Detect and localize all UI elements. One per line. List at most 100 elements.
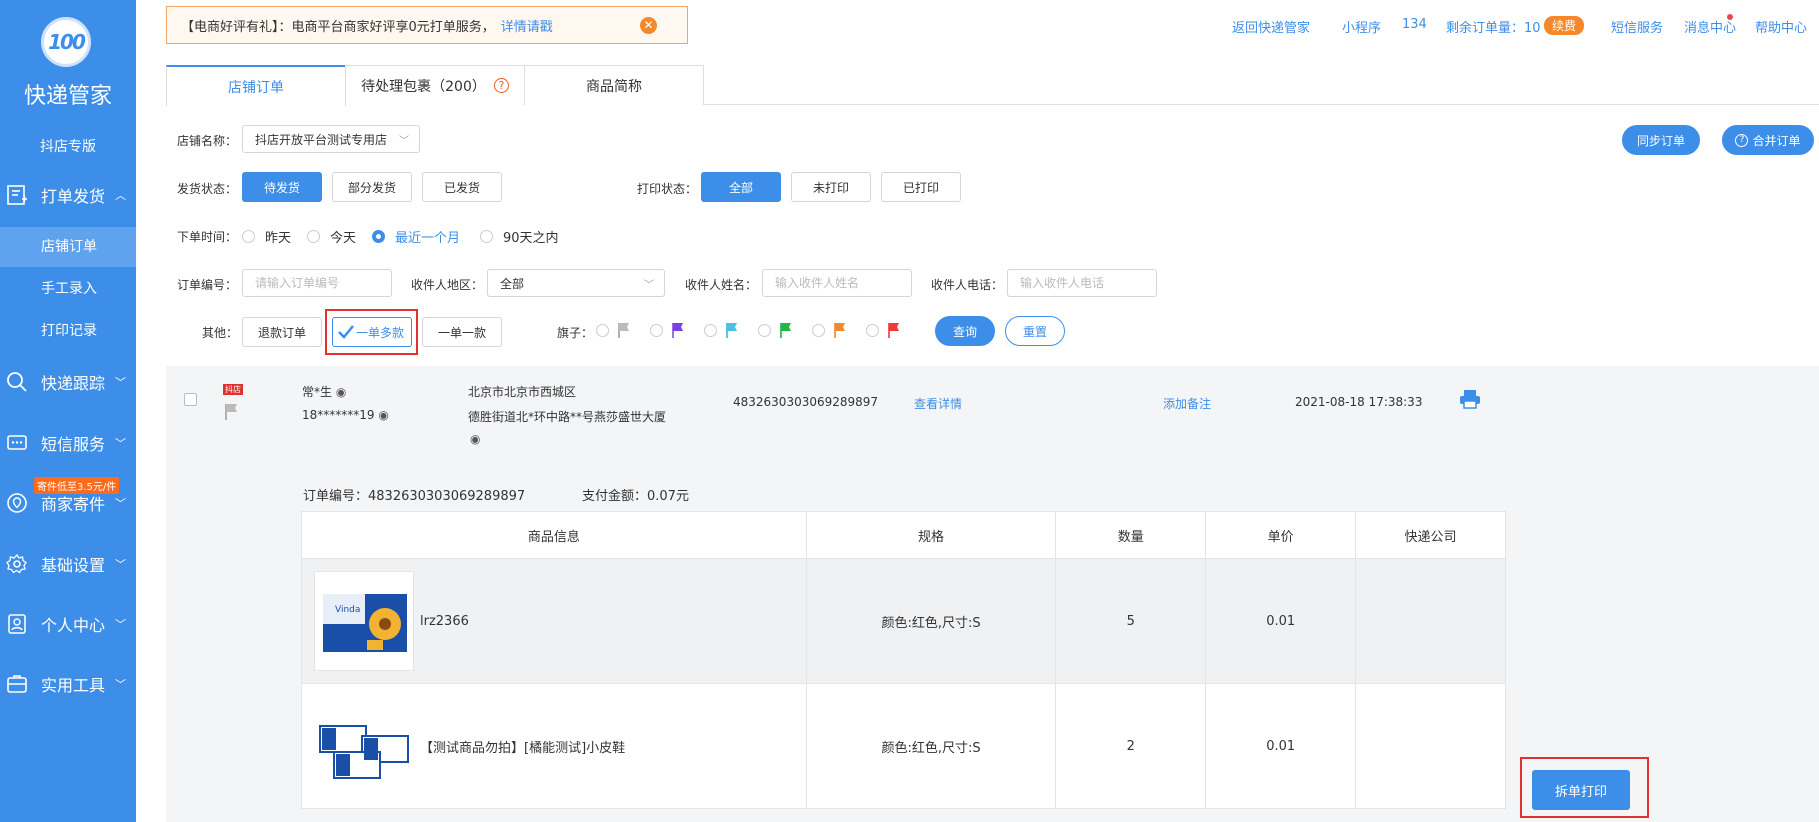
sidebar-group-basic-settings[interactable]: 基础设置 ﹀ — [0, 544, 136, 584]
region-select[interactable]: 全部 ﹀ — [487, 269, 665, 297]
flag-cyan-option[interactable] — [704, 322, 739, 338]
tab-label: 待处理包裹（200） — [361, 78, 486, 95]
sidebar-item-print-log[interactable]: 打印记录 — [0, 311, 136, 351]
highlight-box — [1520, 757, 1649, 818]
shop-select[interactable]: 抖店开放平台测试专用店 ﹀ — [242, 125, 420, 153]
column-header: 商品信息 — [301, 511, 807, 559]
receiver-name-text: 常*生 — [302, 385, 333, 399]
quantity-cell: 5 — [1055, 558, 1207, 684]
table-row: Vinda lrz2366 颜色:红色,尺寸:S 5 0.01 — [301, 558, 1506, 684]
sidebar-item-manual-entry[interactable]: 手工录入 — [0, 269, 136, 309]
flag-gray-icon[interactable] — [224, 403, 240, 421]
receiver-phone-input[interactable] — [1007, 269, 1157, 297]
receiver-name-input[interactable] — [762, 269, 912, 297]
print-printed-button[interactable]: 已打印 — [881, 172, 961, 202]
address-line-2: 德胜街道北*环中路**号燕莎盛世大厦 — [468, 410, 667, 424]
order-no-input[interactable] — [242, 269, 392, 297]
product-info-cell: Vinda lrz2366 — [301, 558, 807, 684]
sidebar-group-sms[interactable]: 短信服务 ﹀ — [0, 423, 136, 463]
quantity-cell: 2 — [1055, 683, 1207, 809]
sidebar-group-label: 短信服务 — [41, 435, 106, 454]
flag-purple-icon — [672, 323, 683, 338]
print-status-label: 打印状态： — [637, 182, 698, 196]
flag-gray-option[interactable] — [596, 322, 631, 338]
eye-icon[interactable]: ◉ — [336, 385, 346, 399]
receiver-name: 常*生 ◉ — [302, 383, 346, 400]
chevron-down-icon: ﹀ — [644, 280, 654, 291]
question-icon[interactable]: ? — [493, 78, 509, 93]
query-button[interactable]: 查询 — [935, 316, 995, 346]
douyin-edition-label: 抖店专版 — [40, 139, 96, 155]
close-icon[interactable]: ✕ — [640, 17, 657, 34]
order-time: 2021-08-18 17:38:33 — [1295, 395, 1423, 409]
flag-red-icon — [888, 323, 899, 338]
spec-cell: 颜色:红色,尺寸:S — [805, 683, 1057, 809]
order-number: 4832630303069289897 — [733, 395, 879, 409]
time-yesterday-radio[interactable]: 昨天 — [242, 227, 291, 246]
flag-purple-option[interactable] — [650, 322, 685, 338]
add-note-link[interactable]: 添加备注 — [1163, 395, 1211, 412]
notice-details-link[interactable]: 详情请戳 — [501, 16, 553, 35]
sidebar-group-send[interactable]: 商家寄件 ﹀ — [0, 483, 136, 523]
refund-orders-button[interactable]: 退款订单 — [242, 317, 322, 347]
chevron-down-icon: ﹀ — [115, 497, 126, 510]
printer-icon[interactable] — [1459, 389, 1481, 409]
tab-shop-orders[interactable]: 店铺订单 — [166, 65, 346, 106]
flag-cyan-icon — [726, 323, 737, 338]
tab-pending-packages[interactable]: 待处理包裹（200）? — [345, 65, 525, 105]
order-checkbox[interactable] — [184, 393, 197, 406]
receiver-phone-label: 收件人电话： — [931, 278, 1004, 292]
print-unprinted-button[interactable]: 未打印 — [791, 172, 871, 202]
unread-dot — [1727, 14, 1733, 20]
flag-red-option[interactable] — [866, 322, 901, 338]
chevron-up-icon: ︿ — [115, 189, 126, 202]
sidebar-group-track[interactable]: 快递跟踪 ﹀ — [0, 362, 136, 402]
merge-orders-button[interactable]: ? 合并订单 — [1722, 125, 1814, 155]
region-label: 收件人地区： — [411, 278, 484, 292]
radio-label: 昨天 — [265, 231, 292, 246]
sidebar-group-label: 商家寄件 — [41, 495, 106, 514]
flag-green-option[interactable] — [758, 322, 793, 338]
flag-orange-option[interactable] — [812, 322, 847, 338]
price-cell: 0.01 — [1205, 683, 1357, 809]
gear-icon — [6, 553, 27, 574]
sidebar-item-shop-orders[interactable]: 店铺订单 — [0, 227, 136, 267]
shop-name-label: 店铺名称： — [177, 134, 238, 148]
sidebar-group-personal[interactable]: 个人中心 ﹀ — [0, 604, 136, 644]
payment-amount: 支付金额：0.07元 — [582, 489, 689, 504]
time-today-radio[interactable]: 今天 — [307, 227, 356, 246]
time-90-days-radio[interactable]: 90天之内 — [480, 227, 559, 246]
region-select-value: 全部 — [500, 276, 525, 291]
print-all-button[interactable]: 全部 — [701, 172, 781, 202]
product-info-cell: 【测试商品勿拍】[橘能测试]小皮鞋 — [301, 683, 807, 809]
renew-button[interactable]: 续费 — [1544, 16, 1585, 35]
flag-gray-icon — [618, 323, 629, 338]
sync-orders-button[interactable]: 同步订单 — [1622, 125, 1700, 155]
column-header: 规格 — [805, 511, 1057, 559]
mini-program-link[interactable]: 小程序 — [1342, 17, 1381, 36]
view-details-link[interactable]: 查看详情 — [914, 395, 962, 412]
ship-pending-button[interactable]: 待发货 — [242, 172, 322, 202]
sms-service-link[interactable]: 短信服务 — [1611, 17, 1663, 36]
eye-icon[interactable]: ◉ — [378, 408, 388, 422]
other-label: 其他： — [202, 326, 239, 340]
back-to-manager-link[interactable]: 返回快递管家 — [1232, 17, 1310, 36]
spec-cell: 颜色:红色,尺寸:S — [805, 558, 1057, 684]
ship-done-button[interactable]: 已发货 — [422, 172, 502, 202]
sidebar-group-print[interactable]: 打单发货 ︿ — [0, 175, 136, 215]
table-header-row: 商品信息 规格 数量 单价 快递公司 — [301, 511, 1506, 559]
order-time-label: 下单时间： — [177, 230, 238, 244]
sidebar-group-tools[interactable]: 实用工具 ﹀ — [0, 664, 136, 704]
reset-button[interactable]: 重置 — [1005, 316, 1065, 346]
brand-name: 快递管家 — [23, 84, 112, 109]
flag-label: 旗子： — [557, 326, 594, 340]
column-header: 数量 — [1055, 511, 1207, 559]
single-item-button[interactable]: 一单一款 — [422, 317, 502, 347]
help-center-link[interactable]: 帮助中心 — [1755, 17, 1807, 36]
product-thumbnail-tissue-pack — [314, 696, 414, 796]
time-last-month-radio[interactable]: 最近一个月 — [372, 227, 460, 246]
eye-icon[interactable]: ◉ — [470, 432, 480, 446]
ship-partial-button[interactable]: 部分发货 — [332, 172, 412, 202]
tab-product-abbr[interactable]: 商品简称 — [524, 65, 704, 105]
sub-order-number: 订单编号：4832630303069289897 — [303, 489, 526, 504]
